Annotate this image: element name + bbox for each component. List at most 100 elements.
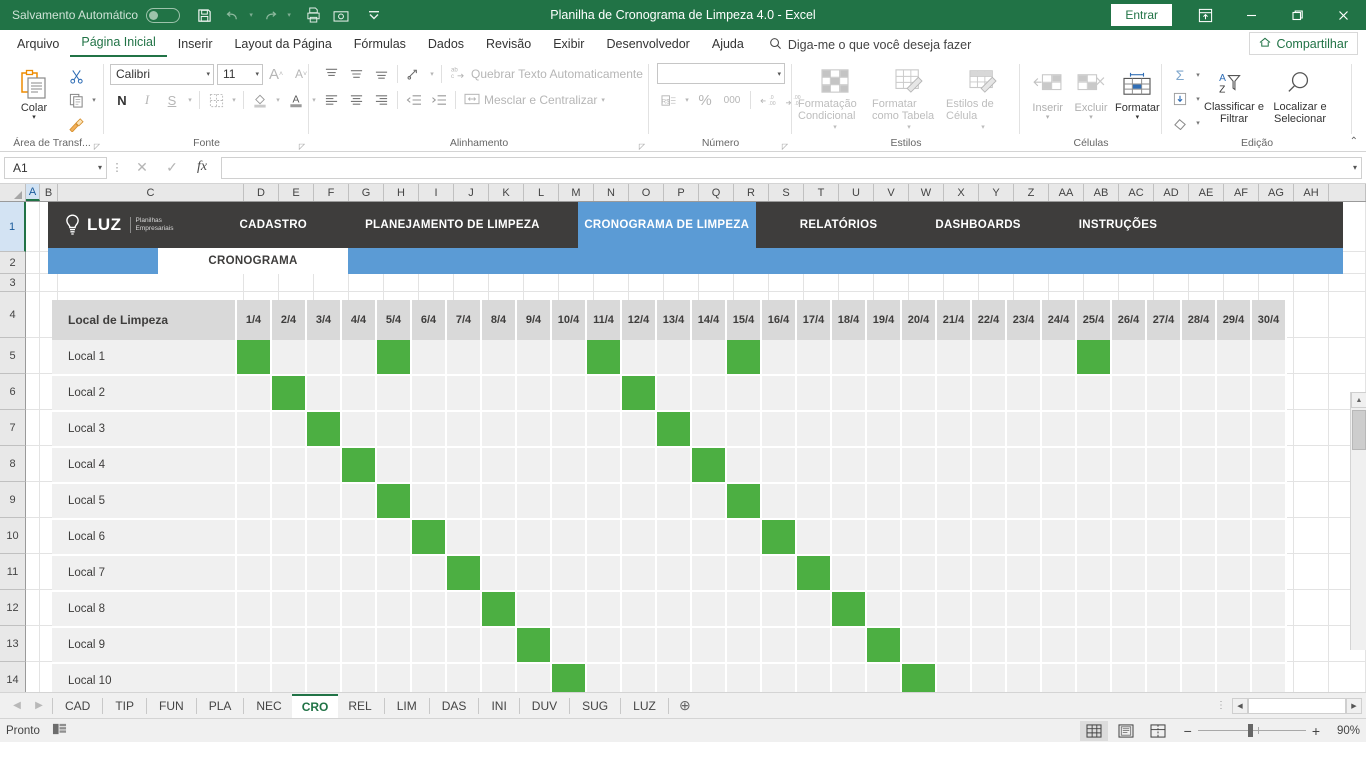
schedule-empty-cell[interactable]: [937, 520, 972, 556]
schedule-empty-cell[interactable]: [412, 592, 447, 628]
schedule-empty-cell[interactable]: [307, 376, 342, 412]
column-header-D[interactable]: D: [244, 184, 279, 201]
grid-cell[interactable]: [384, 274, 419, 291]
schedule-empty-cell[interactable]: [692, 664, 727, 692]
schedule-empty-cell[interactable]: [972, 412, 1007, 448]
schedule-empty-cell[interactable]: [517, 520, 552, 556]
column-header-V[interactable]: V: [874, 184, 909, 201]
schedule-empty-cell[interactable]: [482, 556, 517, 592]
schedule-empty-cell[interactable]: [727, 628, 762, 664]
schedule-empty-cell[interactable]: [412, 448, 447, 484]
schedule-empty-cell[interactable]: [1252, 592, 1287, 628]
column-header-F[interactable]: F: [314, 184, 349, 201]
column-header-AA[interactable]: AA: [1049, 184, 1084, 201]
row-header-8[interactable]: 8: [0, 446, 26, 482]
schedule-empty-cell[interactable]: [972, 628, 1007, 664]
grid-cell[interactable]: [26, 274, 40, 291]
schedule-empty-cell[interactable]: [1042, 376, 1077, 412]
underline-dropdown-icon[interactable]: ▾: [185, 89, 195, 111]
cells-area[interactable]: LUZ Planilhas Empresariais CADASTRO PLAN…: [26, 202, 1366, 692]
ribbon-tab-pagina-inicial[interactable]: Página Inicial: [70, 31, 167, 57]
grid-cell[interactable]: [1154, 274, 1189, 291]
sheet-tab-nec[interactable]: NEC: [246, 694, 291, 718]
schedule-mark-cell[interactable]: [412, 520, 447, 556]
schedule-empty-cell[interactable]: [307, 664, 342, 692]
schedule-empty-cell[interactable]: [797, 376, 832, 412]
schedule-empty-cell[interactable]: [587, 484, 622, 520]
schedule-empty-cell[interactable]: [517, 448, 552, 484]
grid-cell[interactable]: [26, 554, 40, 589]
schedule-empty-cell[interactable]: [272, 448, 307, 484]
schedule-empty-cell[interactable]: [762, 556, 797, 592]
schedule-empty-cell[interactable]: [412, 340, 447, 376]
schedule-empty-cell[interactable]: [1217, 628, 1252, 664]
schedule-empty-cell[interactable]: [272, 412, 307, 448]
autosave-toggle[interactable]: Salvamento Automático: [8, 7, 190, 23]
schedule-empty-cell[interactable]: [937, 340, 972, 376]
row-header-6[interactable]: 6: [0, 374, 26, 410]
schedule-empty-cell[interactable]: [902, 556, 937, 592]
percent-style-button[interactable]: %: [693, 89, 717, 111]
schedule-empty-cell[interactable]: [622, 556, 657, 592]
grid-cell[interactable]: [559, 274, 594, 291]
vertical-scroll-thumb[interactable]: [1352, 410, 1366, 450]
schedule-empty-cell[interactable]: [727, 592, 762, 628]
schedule-empty-cell[interactable]: [517, 484, 552, 520]
borders-icon[interactable]: [204, 89, 228, 111]
ribbon-tab-dados[interactable]: Dados: [417, 33, 475, 57]
restore-icon[interactable]: [1274, 0, 1320, 30]
schedule-empty-cell[interactable]: [307, 448, 342, 484]
schedule-empty-cell[interactable]: [1252, 628, 1287, 664]
grid-cell[interactable]: [349, 274, 384, 291]
font-name-combo[interactable]: Calibri ▾: [110, 63, 214, 85]
schedule-empty-cell[interactable]: [517, 556, 552, 592]
schedule-empty-cell[interactable]: [1182, 628, 1217, 664]
row-header-14[interactable]: 14: [0, 662, 26, 692]
schedule-mark-cell[interactable]: [797, 556, 832, 592]
conditional-formatting-button[interactable]: Formatação Condicional ▾: [798, 62, 872, 134]
schedule-mark-cell[interactable]: [482, 592, 517, 628]
schedule-empty-cell[interactable]: [412, 628, 447, 664]
schedule-empty-cell[interactable]: [762, 340, 797, 376]
clipboard-dialog-launcher-icon[interactable]: ◸: [94, 142, 100, 151]
schedule-mark-cell[interactable]: [552, 664, 587, 692]
column-header-T[interactable]: T: [804, 184, 839, 201]
schedule-empty-cell[interactable]: [1077, 556, 1112, 592]
column-header-H[interactable]: H: [384, 184, 419, 201]
schedule-empty-cell[interactable]: [692, 340, 727, 376]
schedule-empty-cell[interactable]: [587, 628, 622, 664]
ribbon-tab-arquivo[interactable]: Arquivo: [6, 33, 70, 57]
schedule-empty-cell[interactable]: [1147, 376, 1182, 412]
schedule-empty-cell[interactable]: [412, 664, 447, 692]
column-header-O[interactable]: O: [629, 184, 664, 201]
schedule-empty-cell[interactable]: [342, 628, 377, 664]
grid-cell[interactable]: [26, 374, 40, 409]
schedule-empty-cell[interactable]: [832, 340, 867, 376]
grid-cell[interactable]: [40, 274, 58, 291]
schedule-empty-cell[interactable]: [237, 520, 272, 556]
schedule-empty-cell[interactable]: [1182, 484, 1217, 520]
schedule-empty-cell[interactable]: [657, 628, 692, 664]
schedule-empty-cell[interactable]: [1007, 628, 1042, 664]
ribbon-tab-inserir[interactable]: Inserir: [167, 33, 224, 57]
save-icon[interactable]: [190, 2, 218, 28]
column-header-Z[interactable]: Z: [1014, 184, 1049, 201]
scroll-left-icon[interactable]: ◀: [1232, 697, 1248, 714]
nav-item-cadastro[interactable]: CADASTRO: [223, 202, 323, 248]
normal-view-icon[interactable]: [1079, 720, 1108, 741]
schedule-empty-cell[interactable]: [237, 592, 272, 628]
column-header-X[interactable]: X: [944, 184, 979, 201]
schedule-empty-cell[interactable]: [237, 484, 272, 520]
find-select-button[interactable]: Localizar e Selecionar: [1265, 61, 1335, 125]
schedule-empty-cell[interactable]: [237, 376, 272, 412]
grid-cell[interactable]: [664, 274, 699, 291]
schedule-empty-cell[interactable]: [1112, 412, 1147, 448]
grid-cell[interactable]: [1329, 274, 1366, 291]
conditional-dropdown-icon[interactable]: ▾: [833, 122, 837, 134]
schedule-empty-cell[interactable]: [1077, 664, 1112, 692]
grid-cell[interactable]: [1294, 554, 1329, 589]
schedule-empty-cell[interactable]: [622, 340, 657, 376]
schedule-empty-cell[interactable]: [937, 664, 972, 692]
schedule-empty-cell[interactable]: [552, 592, 587, 628]
nav-item-planejamento-de-limpeza[interactable]: PLANEJAMENTO DE LIMPEZA: [349, 202, 556, 248]
